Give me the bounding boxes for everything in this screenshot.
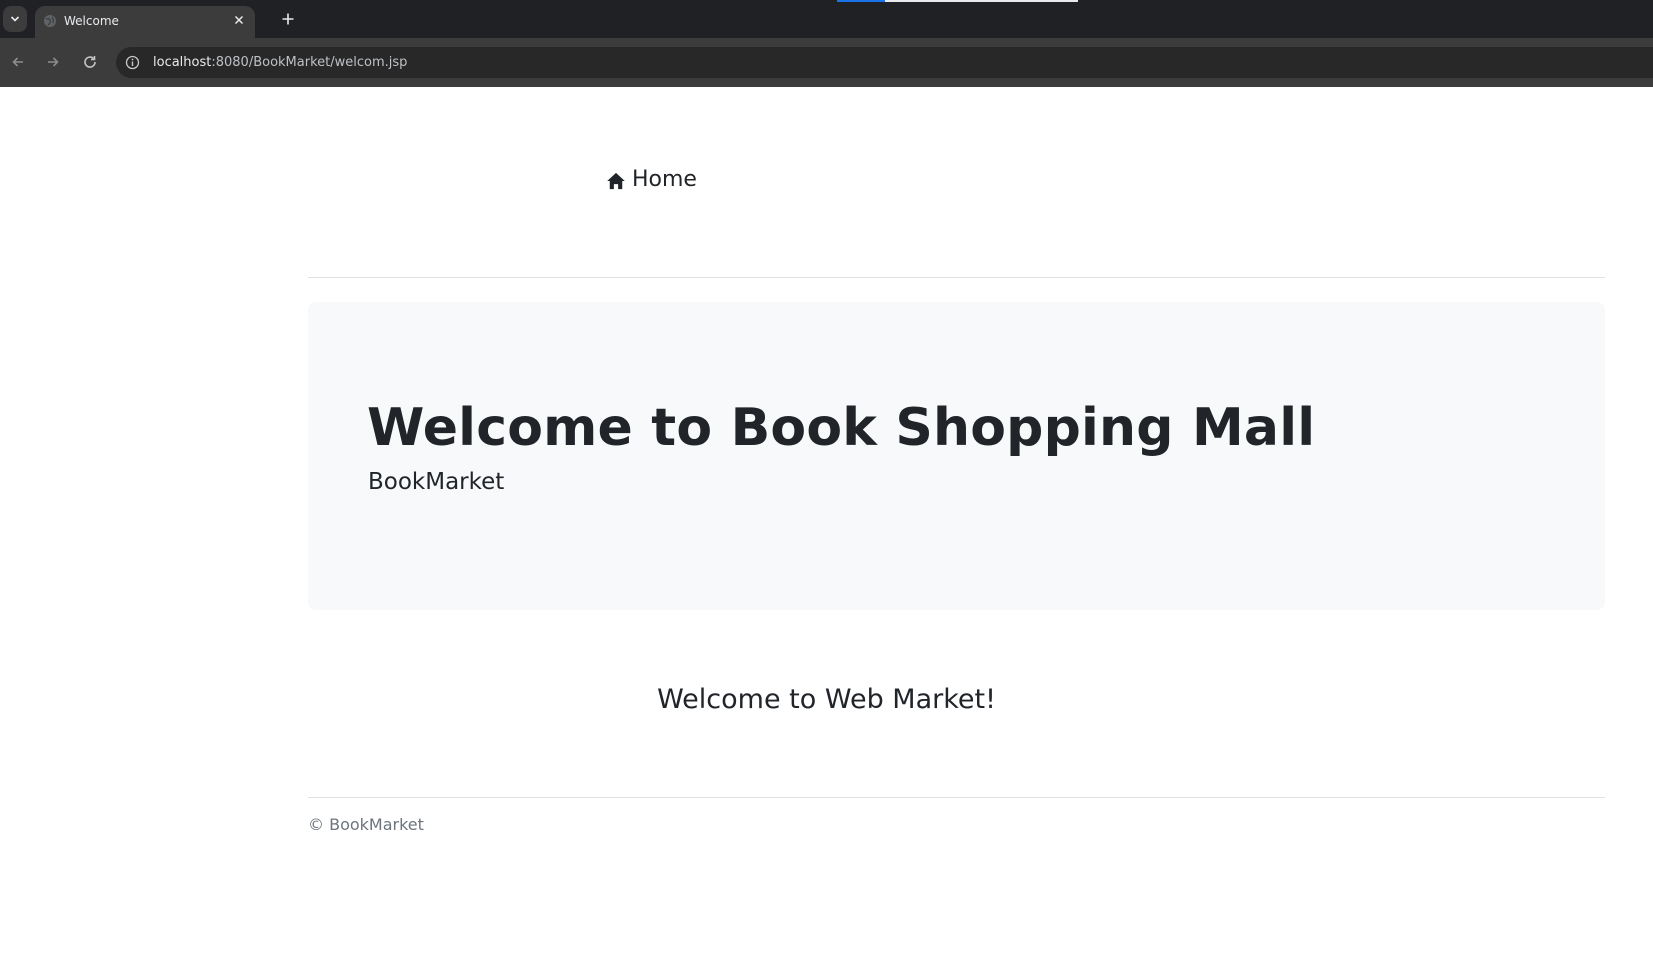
web-page: Home Welcome to Book Shopping Mall BookM… (0, 87, 1653, 965)
welcome-message: Welcome to Web Market! (657, 684, 996, 715)
info-icon[interactable] (125, 55, 140, 70)
tab-search-button[interactable] (3, 6, 27, 32)
home-icon (607, 172, 625, 189)
page-title: Welcome to Book Shopping Mall (367, 398, 1316, 458)
url-path: :8080/BookMarket/welcom.jsp (211, 55, 408, 70)
tab-strip-highlight (885, 0, 1078, 2)
arrow-left-icon (12, 57, 23, 67)
browser-tab[interactable]: Welcome (35, 6, 255, 38)
nav-home-label: Home (632, 167, 697, 192)
url-host: localhost (153, 55, 212, 70)
globe-icon (44, 15, 56, 27)
plus-icon[interactable] (280, 11, 296, 27)
footer-divider (308, 797, 1605, 798)
nav-home-link[interactable]: Home (606, 167, 697, 192)
arrow-right-icon (48, 57, 59, 67)
browser-tab-strip: Welcome (0, 0, 1653, 38)
jumbotron: Welcome to Book Shopping Mall BookMarket (308, 302, 1605, 610)
tab-strip-accent (837, 0, 885, 2)
tab-title: Welcome (64, 14, 119, 28)
url-text: localhost:8080/BookMarket/welcom.jsp (153, 55, 407, 70)
reload-icon (84, 56, 96, 68)
address-bar[interactable]: localhost:8080/BookMarket/welcom.jsp (116, 47, 1653, 78)
chevron-down-icon (10, 16, 20, 22)
header-divider (308, 277, 1605, 278)
footer-copyright: © BookMarket (308, 815, 424, 834)
welcome-message-row: Welcome to Web Market! (0, 684, 1653, 715)
back-button[interactable] (8, 52, 28, 72)
reload-button[interactable] (80, 52, 100, 72)
page-subtitle: BookMarket (368, 469, 505, 495)
close-icon[interactable] (232, 13, 246, 27)
forward-button[interactable] (43, 52, 63, 72)
browser-toolbar: localhost:8080/BookMarket/welcom.jsp (0, 38, 1653, 87)
